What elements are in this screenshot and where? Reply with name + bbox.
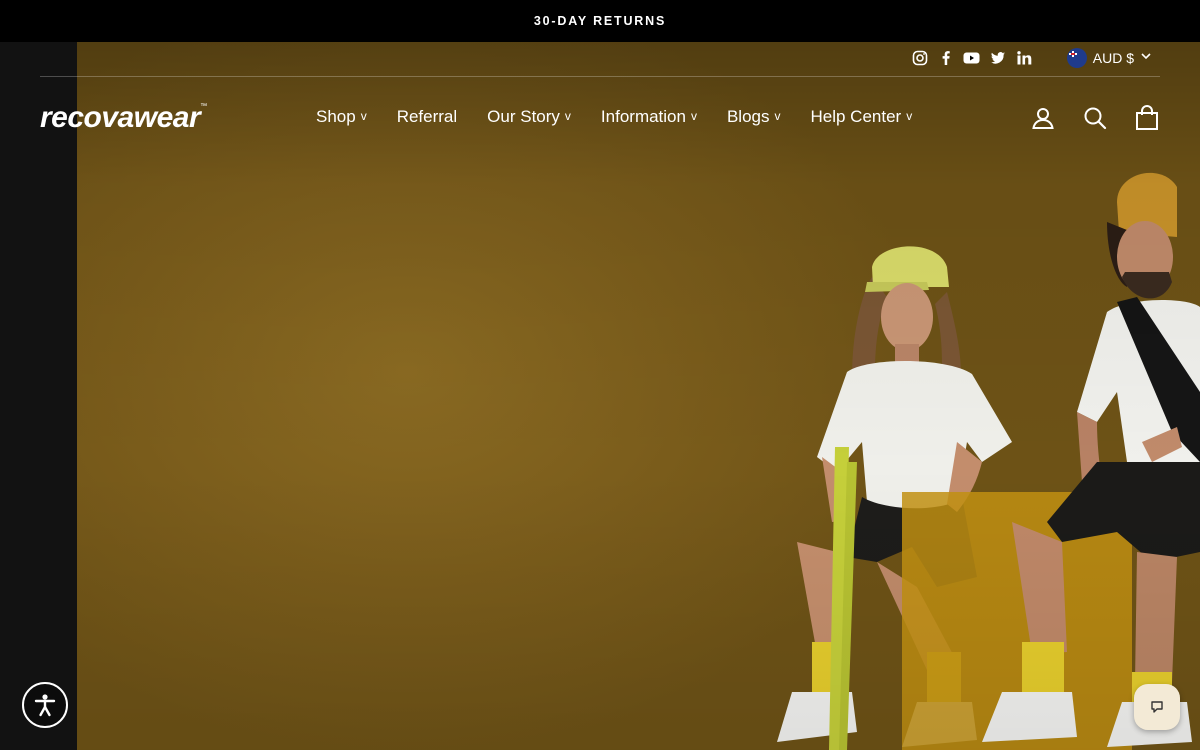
instagram-icon[interactable] <box>911 49 928 66</box>
chat-button[interactable] <box>1134 684 1180 730</box>
announcement-bar: 30-DAY RETURNS <box>0 0 1200 42</box>
search-icon[interactable] <box>1082 105 1108 131</box>
linkedin-icon[interactable] <box>1015 49 1032 66</box>
accessibility-button[interactable] <box>22 682 68 728</box>
main-nav: Shop v Referral Our Story v Information … <box>316 107 912 127</box>
nav-chevron: v <box>906 109 913 123</box>
accessibility-icon <box>34 694 56 717</box>
nav-chevron: v <box>360 109 367 123</box>
nav-item-help-center[interactable]: Help Center v <box>811 107 913 127</box>
site-logo[interactable]: recovawear™ <box>40 101 207 135</box>
page: 30-DAY RETURNS AUD $ recovawear™ Shop v … <box>0 0 1200 750</box>
nav-item-our-story[interactable]: Our Story v <box>487 107 571 127</box>
nav-item-referral[interactable]: Referral <box>397 107 457 127</box>
facebook-icon[interactable] <box>937 49 954 66</box>
site-header: recovawear™ Shop v Referral Our Story v … <box>40 77 1160 161</box>
currency-label: AUD $ <box>1092 50 1134 66</box>
nav-chevron: v <box>564 109 571 123</box>
account-icon[interactable] <box>1030 105 1056 131</box>
logo-trademark: ™ <box>200 103 207 110</box>
twitter-icon[interactable] <box>989 49 1006 66</box>
chat-icon <box>1151 701 1163 713</box>
youtube-icon[interactable] <box>963 49 980 66</box>
social-links <box>911 49 1032 66</box>
australia-flag-icon <box>1066 48 1087 68</box>
chevron-down-icon <box>1140 49 1152 67</box>
nav-label: Shop <box>316 107 356 126</box>
nav-item-information[interactable]: Information v <box>601 107 697 127</box>
nav-label: Blogs <box>726 107 770 126</box>
currency-selector[interactable]: AUD $ <box>1066 48 1152 68</box>
nav-chevron: v <box>690 109 697 123</box>
header-actions <box>1030 105 1160 131</box>
utility-bar: AUD $ <box>40 42 1160 77</box>
nav-label: Our Story <box>487 107 560 126</box>
cart-icon[interactable] <box>1134 105 1160 131</box>
nav-chevron: v <box>774 109 781 123</box>
nav-label: Help Center <box>810 107 902 126</box>
nav-item-blogs[interactable]: Blogs v <box>727 107 781 127</box>
logo-text: recovawear <box>40 101 201 134</box>
nav-item-shop[interactable]: Shop v <box>316 107 367 127</box>
nav-label: Information <box>600 107 686 126</box>
announcement-text: 30-DAY RETURNS <box>533 14 667 28</box>
nav-label: Referral <box>396 107 458 126</box>
